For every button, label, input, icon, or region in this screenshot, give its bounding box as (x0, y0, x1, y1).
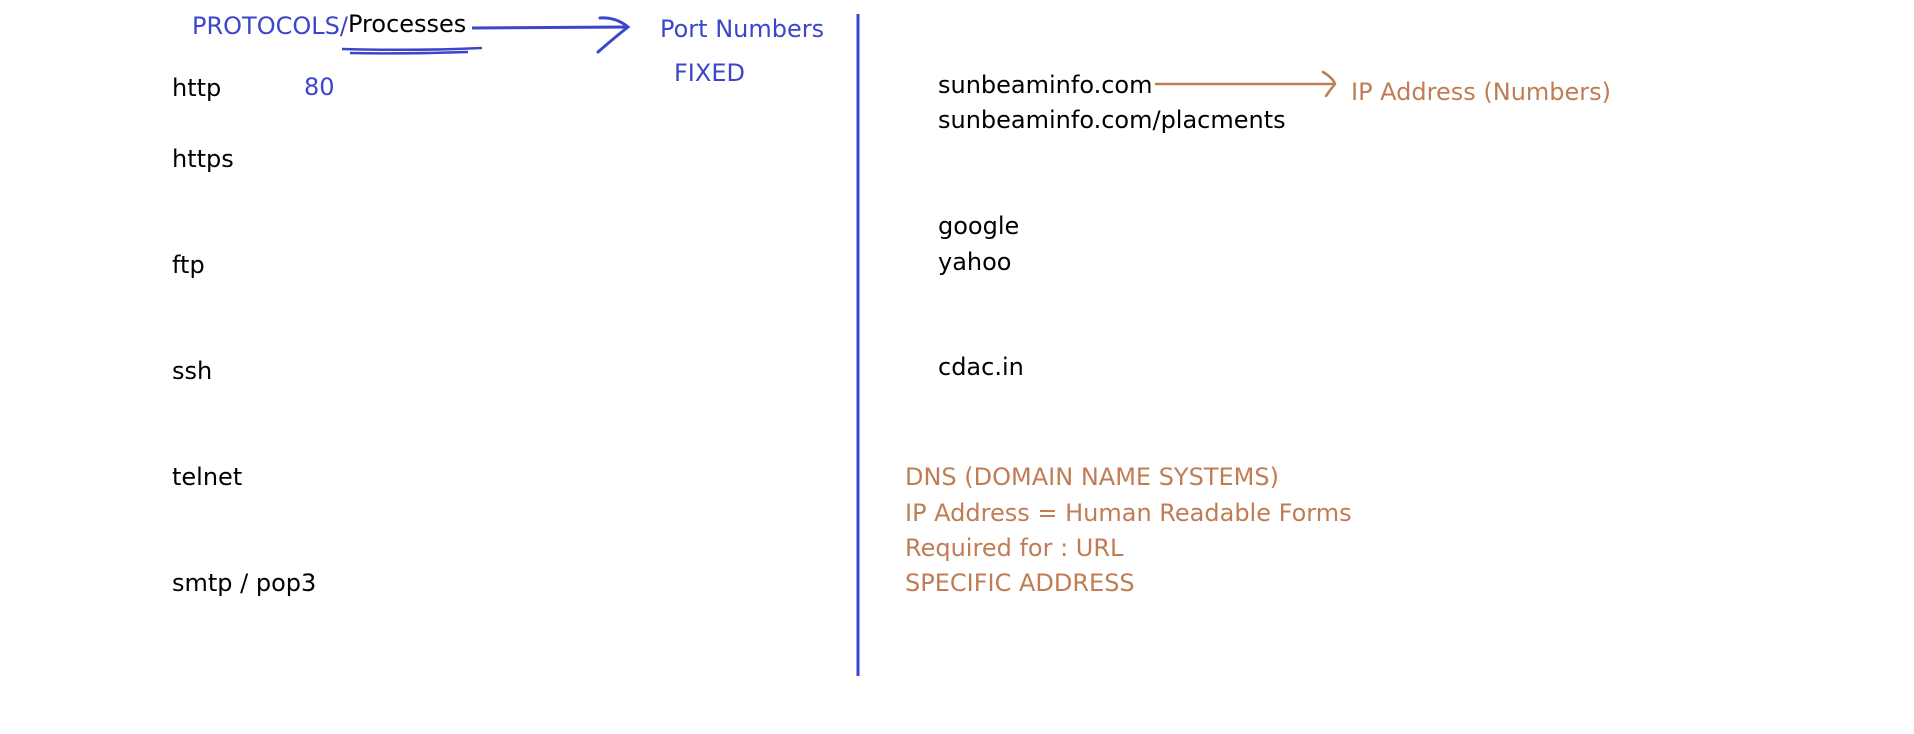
protocol-http: http (172, 74, 222, 102)
protocols-label: PROTOCOLS/ (192, 12, 348, 40)
fixed-label: FIXED (674, 59, 745, 87)
protocol-smtp-pop3: smtp / pop3 (172, 569, 317, 597)
port-arrow-shaft (471, 25, 629, 30)
domain-yahoo: yahoo (938, 248, 1012, 276)
dns-note-specific-address: SPECIFIC ADDRESS (905, 569, 1135, 597)
ip-address-numbers-label: IP Address (Numbers) (1351, 78, 1612, 106)
protocol-telnet: telnet (172, 463, 243, 491)
dns-note-ip-human-readable: IP Address = Human Readable Forms (905, 499, 1352, 527)
processes-label: Processes (348, 10, 467, 38)
dns-note-required-url: Required for : URL (905, 534, 1124, 562)
domain-sunbeam: sunbeaminfo.com (938, 71, 1153, 99)
domain-google: google (938, 212, 1020, 240)
domain-sunbeam-placements: sunbeaminfo.com/placments (938, 106, 1286, 134)
protocol-https: https (172, 145, 234, 173)
protocol-ssh: ssh (172, 357, 213, 385)
protocol-ftp: ftp (172, 251, 205, 279)
port-numbers-label: Port Numbers (660, 15, 825, 43)
processes-underline-1 (341, 46, 483, 52)
processes-underline-2 (349, 50, 469, 55)
domain-cdac: cdac.in (938, 353, 1024, 381)
port-http: 80 (304, 73, 335, 101)
port-arrow-head (596, 16, 631, 54)
dns-note-title: DNS (DOMAIN NAME SYSTEMS) (905, 463, 1279, 491)
